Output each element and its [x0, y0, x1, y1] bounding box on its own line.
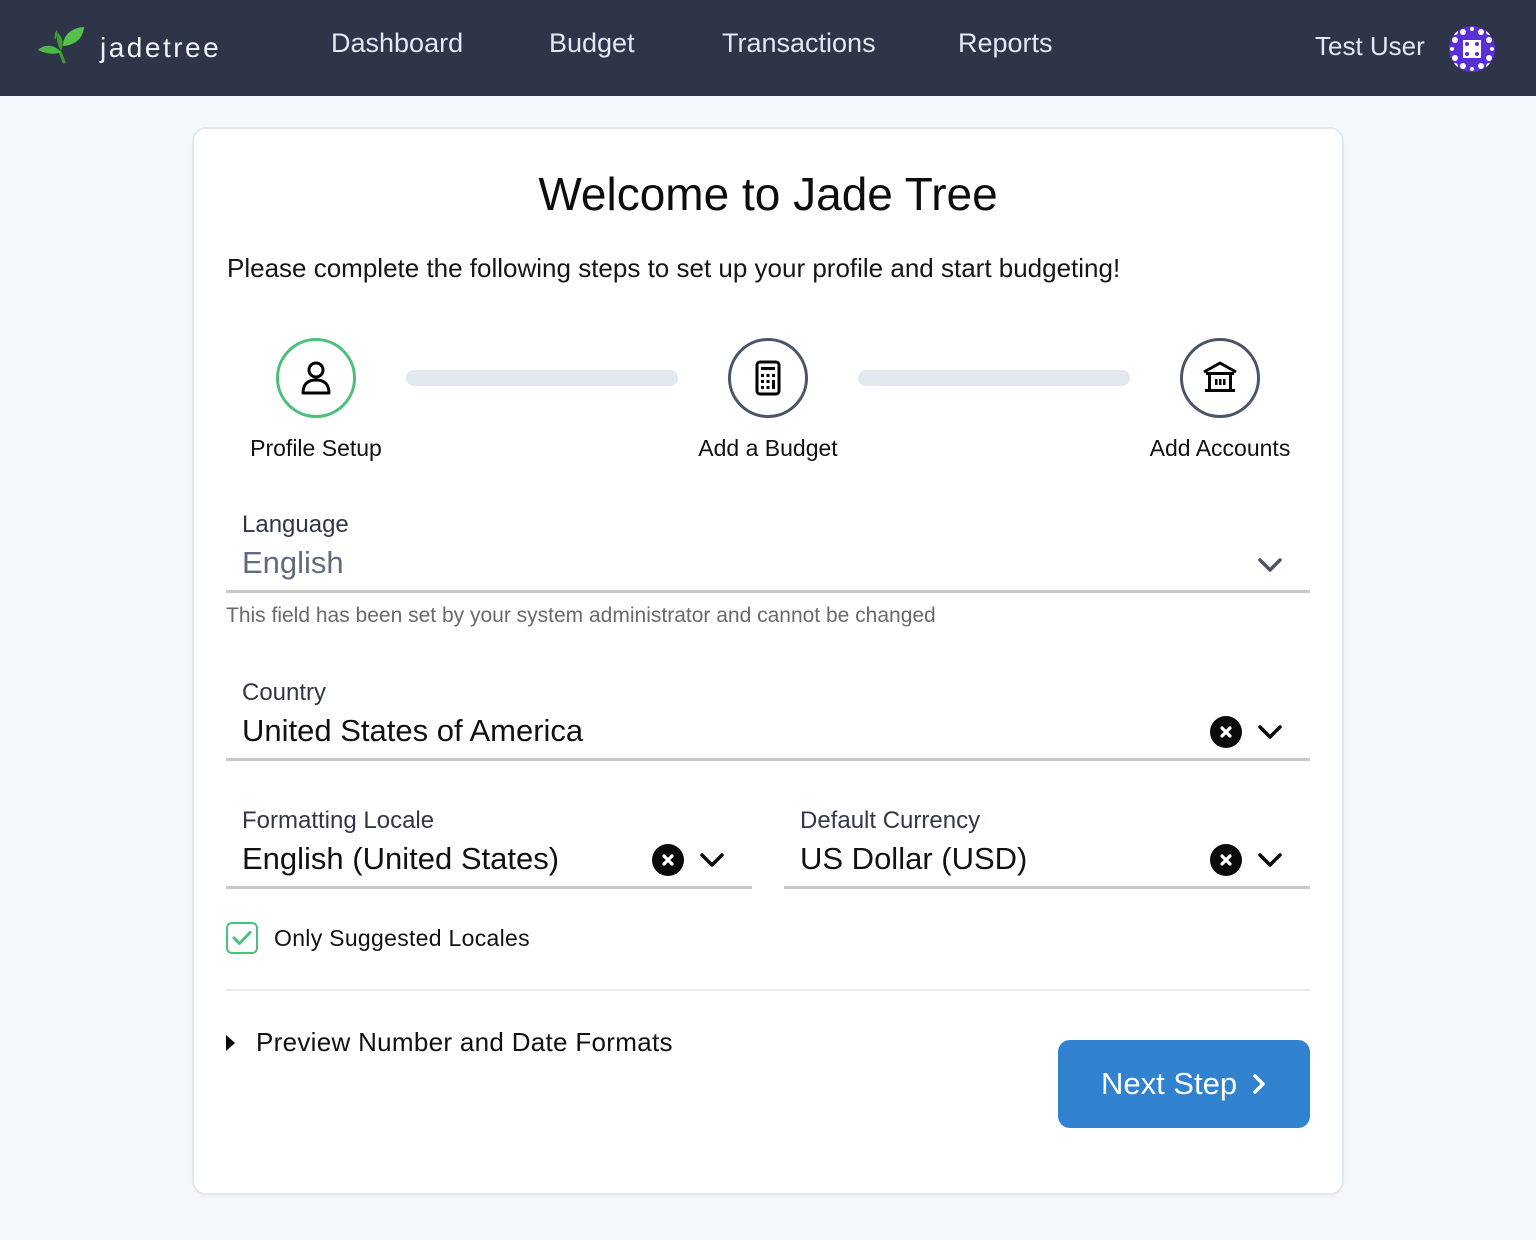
nav-link-transactions[interactable]: Transactions	[722, 28, 876, 59]
page-subtitle: Please complete the following steps to s…	[227, 253, 1121, 283]
locale-clear-button[interactable]	[652, 844, 684, 876]
nav-link-budget[interactable]: Budget	[549, 28, 635, 59]
step-add-accounts	[1180, 338, 1260, 418]
currency-label: Default Currency	[800, 807, 981, 834]
brand-name: jadetree	[100, 32, 222, 63]
preview-formats-toggle[interactable]: Preview Number and Date Formats	[224, 1027, 673, 1058]
locale-value: English (United States)	[242, 841, 560, 876]
country-underline	[226, 758, 1310, 761]
locale-select[interactable]: Formatting Locale English (United States…	[226, 805, 752, 891]
nav-link-dashboard[interactable]: Dashboard	[331, 28, 463, 59]
user-icon	[301, 361, 331, 395]
currency-select[interactable]: Default Currency US Dollar (USD)	[784, 805, 1310, 891]
checkmark-icon	[232, 931, 252, 945]
currency-underline	[784, 886, 1310, 889]
brand-logo[interactable]: jadetree	[36, 24, 221, 72]
step-connector-1	[406, 370, 678, 386]
country-value: United States of America	[242, 713, 584, 748]
bank-icon	[1203, 361, 1237, 392]
caret-right-icon	[226, 1034, 235, 1051]
nav-link-reports[interactable]: Reports	[958, 28, 1053, 59]
country-select[interactable]: Country United States of America	[226, 677, 1310, 763]
sprout-icon	[38, 27, 84, 64]
close-icon	[662, 854, 674, 866]
country-clear-button[interactable]	[1210, 716, 1242, 748]
country-label: Country	[242, 679, 327, 706]
step-profile-setup	[276, 338, 356, 418]
user-menu-name[interactable]: Test User	[1315, 31, 1425, 62]
currency-clear-button[interactable]	[1210, 844, 1242, 876]
chevron-down-icon[interactable]	[698, 850, 726, 870]
chevron-down-icon	[1258, 558, 1282, 572]
locale-underline	[226, 886, 752, 889]
language-hint: This field has been set by your system a…	[226, 604, 936, 627]
preview-formats-label: Preview Number and Date Formats	[256, 1027, 673, 1057]
language-underline	[226, 590, 1310, 593]
only-suggested-locales-checkbox[interactable]	[226, 922, 258, 954]
step-label-add-budget: Add a Budget	[698, 435, 838, 461]
language-select[interactable]: Language English	[226, 509, 1310, 595]
step-connector-2	[858, 370, 1130, 386]
section-divider	[226, 989, 1310, 991]
avatar[interactable]	[1449, 26, 1495, 72]
chevron-down-icon[interactable]	[1256, 722, 1284, 742]
identicon-icon	[1449, 26, 1495, 72]
next-step-button[interactable]: Next Step	[1058, 1040, 1310, 1128]
page-title: Welcome to Jade Tree	[538, 168, 998, 220]
close-icon	[1220, 854, 1232, 866]
chevron-right-icon	[1253, 1074, 1265, 1094]
currency-value: US Dollar (USD)	[800, 841, 1028, 876]
onboarding-card: Welcome to Jade Tree Please complete the…	[194, 129, 1342, 1193]
locale-label: Formatting Locale	[242, 807, 435, 834]
close-icon	[1220, 726, 1232, 738]
only-suggested-locales-label[interactable]: Only Suggested Locales	[274, 925, 530, 952]
language-label: Language	[242, 511, 349, 538]
calculator-icon	[755, 360, 781, 396]
top-navbar: jadetree Dashboard Budget Transactions R…	[0, 0, 1536, 96]
language-value: English	[242, 545, 344, 580]
chevron-down-icon[interactable]	[1256, 850, 1284, 870]
step-label-add-accounts: Add Accounts	[1149, 435, 1291, 461]
step-label-profile-setup: Profile Setup	[250, 435, 382, 461]
next-step-label: Next Step	[1100, 1066, 1238, 1101]
step-add-budget	[728, 338, 808, 418]
